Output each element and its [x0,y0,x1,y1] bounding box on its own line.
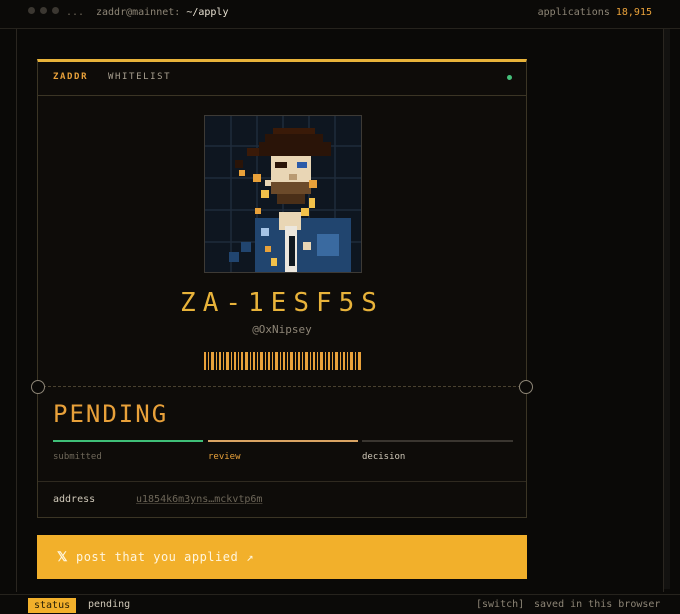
status-key-badge: status [28,598,77,613]
saved-note: saved in this browser [534,599,661,610]
address-row: address u1854k6m3yns…mckvtp6m [38,481,526,520]
step-review: review [208,452,241,462]
application-status: PENDING [53,400,169,428]
barcode-icon [204,352,361,370]
avatar-image [205,116,361,272]
pixel-avatar [204,115,362,273]
status-bar: status pending [switch] saved in this br… [0,594,680,614]
prompt-path: zaddr@mainnet: ~/apply [96,7,228,18]
progress-segment-submitted [53,440,203,442]
progress-segment-decision [362,440,513,442]
status-progress-bar [53,440,513,442]
scroll-edge [664,29,670,589]
live-status-icon [507,75,512,80]
current-directory: ~/apply [186,7,229,18]
applicant-id: ZA-1ESF5S [180,288,384,318]
window-minimize-dot[interactable] [40,7,47,14]
whitelist-badge-card: ZADDR WHITELIST ZA-1ESF5S @OxNipsey PEND… [31,59,533,520]
applications-label: applications [537,7,610,18]
switch-link[interactable]: [switch] [476,599,524,610]
title-ellipsis: ... [66,7,85,18]
progress-segment-review [208,440,358,442]
x-logo-icon: 𝕏 [57,549,68,565]
ticket-notch-right [519,380,533,394]
ticket-perforation [38,386,526,387]
user-host: zaddr@mainnet: [96,7,181,18]
post-applied-label: post that you applied [75,550,239,564]
address-value[interactable]: u1854k6m3yns…mckvtp6m [136,494,262,505]
window-maximize-dot[interactable] [52,7,59,14]
card-header: ZADDR WHITELIST [38,62,526,96]
status-value: pending [88,599,131,610]
external-arrow-icon: ↗ [246,550,254,564]
whitelist-tag: WHITELIST [108,72,172,82]
window-close-dot[interactable] [28,7,35,14]
step-submitted: submitted [53,452,102,462]
applications-counter: applications 18,915 [538,7,652,18]
brand-label: ZADDR [53,72,89,82]
terminal-title-bar: ... zaddr@mainnet: ~/apply applications … [0,0,680,29]
post-applied-button[interactable]: 𝕏 post that you applied ↗ [37,535,527,579]
step-decision: decision [362,452,406,462]
address-label: address [53,494,96,505]
applicant-handle: @OxNipsey [252,323,312,336]
ticket-notch-left [31,380,45,394]
applications-count: 18,915 [615,7,652,18]
